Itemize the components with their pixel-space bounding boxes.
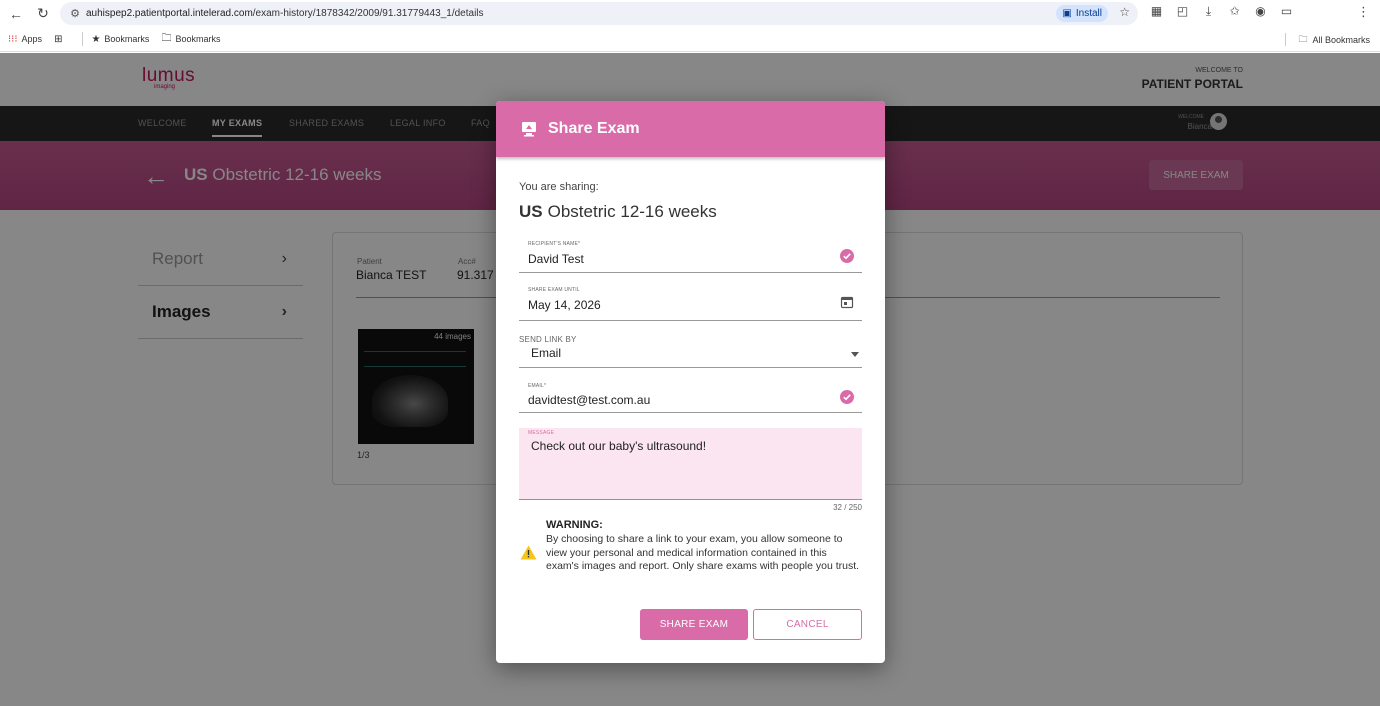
sharing-label: You are sharing: [519, 181, 599, 193]
address-bar[interactable]: ⚙ auhispep2.patientportal.intelerad.com/… [60, 2, 1138, 25]
cancel-button[interactable]: CANCEL [753, 609, 862, 640]
bookmark-separator [82, 32, 84, 46]
reload-icon[interactable]: ↻ [32, 3, 54, 25]
recipient-name-value[interactable]: David Test [528, 252, 584, 266]
apps-bookmark[interactable]: ⁝⁝⁝ Apps [8, 34, 42, 45]
browser-toolbar: ← ↻ ⚙ auhispep2.patientportal.intelerad.… [0, 0, 1380, 27]
message-textarea[interactable]: MESSAGE Check out our baby's ultrasound! [519, 428, 862, 500]
recipient-name-field[interactable]: RECIPIENT'S NAME* David Test [519, 241, 862, 273]
cast-icon[interactable]: ▭ [1278, 4, 1295, 19]
calendar-icon[interactable] [840, 295, 854, 314]
send-link-select[interactable]: Send link by Email [519, 335, 862, 368]
qr-icon[interactable]: ▦ [1148, 4, 1165, 19]
bookmarks-bar: ⁝⁝⁝ Apps ⊞ ★ Bookmarks 🗀 Bookmarks 🗀 All… [0, 27, 1380, 52]
download-icon[interactable]: ⤓ [1200, 4, 1217, 19]
warning-title: WARNING: [546, 519, 603, 531]
tab-group-icon[interactable]: ⊞ [54, 34, 62, 45]
profile-icon[interactable]: ◉ [1252, 4, 1269, 19]
site-info-icon[interactable]: ⚙ [64, 7, 86, 20]
all-bookmarks[interactable]: 🗀 All Bookmarks [1298, 32, 1370, 48]
install-icon: ▣ [1062, 8, 1072, 19]
check-circle-icon [840, 390, 854, 409]
email-field[interactable]: EMAIL* davidtest@test.com.au [519, 383, 862, 413]
star-list-icon[interactable]: ✩ [1226, 4, 1243, 19]
bookmark-item-1[interactable]: ★ Bookmarks [91, 34, 149, 45]
extensions-icon[interactable]: ◰ [1174, 4, 1191, 19]
message-char-count: 32 / 250 [833, 503, 862, 512]
folder-icon: 🗀 [161, 32, 172, 44]
send-link-value[interactable]: Email [531, 346, 561, 360]
share-monitor-icon [522, 122, 536, 137]
share-exam-dialog: Share Exam You are sharing: US Obstetric … [496, 101, 885, 663]
share-until-value[interactable]: May 14, 2026 [528, 298, 601, 312]
back-icon[interactable]: ← [5, 3, 27, 25]
message-value[interactable]: Check out our baby's ultrasound! [531, 439, 706, 453]
url-text[interactable]: auhispep2.patientportal.intelerad.com/ex… [86, 8, 484, 19]
apps-grid-icon: ⁝⁝⁝ [8, 33, 18, 45]
dropdown-caret-icon[interactable] [851, 352, 859, 357]
share-exam-button[interactable]: SHARE EXAM [640, 609, 748, 640]
extension-icons: ▦ ◰ ⤓ ✩ ◉ ▭ [1148, 4, 1295, 19]
menu-icon[interactable]: ⋮ [1357, 4, 1370, 20]
grid-icon: ⊞ [54, 33, 63, 45]
folder-icon: 🗀 [1298, 34, 1308, 44]
dialog-header: Share Exam [496, 101, 885, 157]
star-icon: ★ [91, 33, 101, 45]
dialog-title: Share Exam [548, 120, 640, 137]
bookmark-star-icon[interactable]: ☆ [1119, 5, 1130, 19]
warning-icon [520, 545, 537, 560]
sharing-exam-name: US Obstetric 12-16 weeks [519, 202, 717, 221]
warning-text: By choosing to share a link to your exam… [546, 533, 860, 573]
bookmark-separator [1285, 33, 1286, 46]
share-until-field[interactable]: SHARE EXAM UNTIL May 14, 2026 [519, 287, 862, 321]
check-circle-icon [840, 249, 854, 268]
install-button[interactable]: ▣ Install [1056, 5, 1108, 22]
email-value[interactable]: davidtest@test.com.au [528, 393, 650, 407]
bookmark-item-2[interactable]: 🗀 Bookmarks [161, 31, 220, 48]
